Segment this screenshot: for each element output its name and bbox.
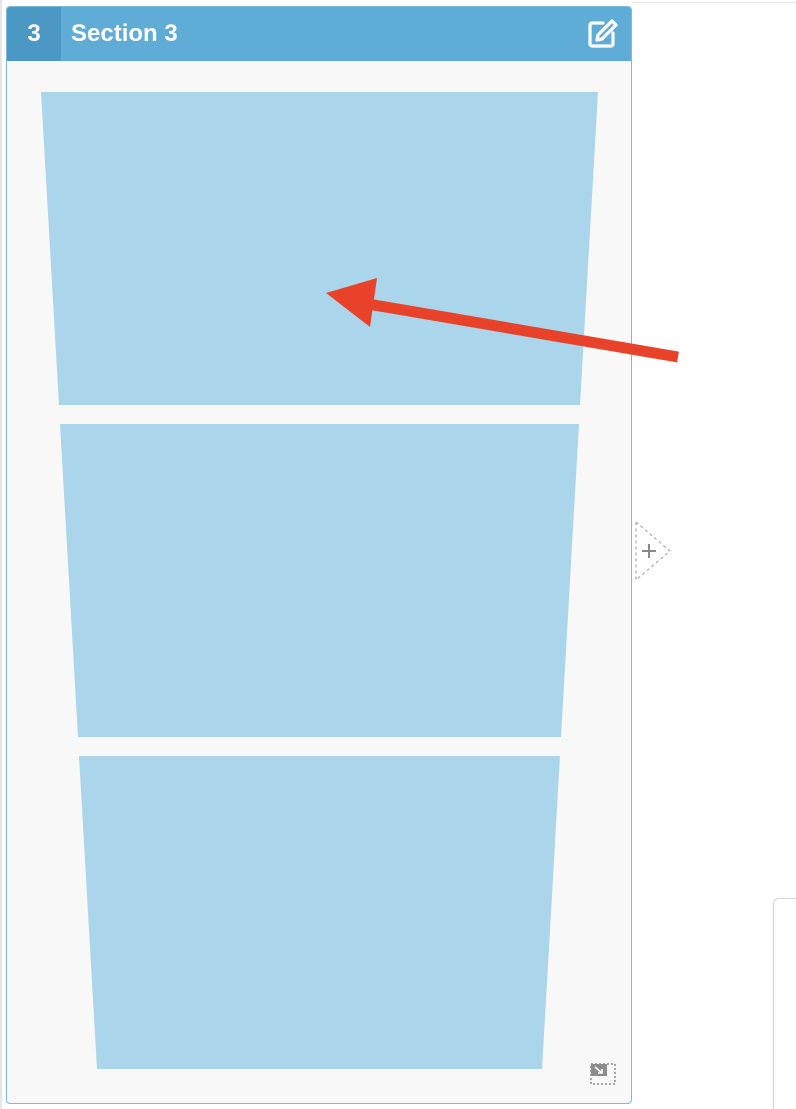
side-panel (773, 898, 796, 1109)
funnel-diagram (41, 92, 679, 1069)
edit-icon (588, 19, 618, 48)
top-divider (632, 2, 796, 3)
funnel-block-top[interactable] (41, 92, 598, 405)
funnel-block-bottom[interactable] (79, 756, 560, 1069)
canvas: 3 Section 3 (0, 0, 796, 1109)
resize-handle[interactable] (588, 1061, 618, 1087)
plus-icon (635, 520, 671, 582)
add-section-button[interactable] (634, 520, 672, 582)
left-divider (0, 0, 2, 1109)
section-title: Section 3 (71, 20, 178, 47)
section-number: 3 (7, 7, 61, 61)
edit-button[interactable] (585, 17, 619, 51)
section-header: 3 Section 3 (7, 7, 631, 61)
funnel-block-middle[interactable] (60, 424, 579, 737)
resize-icon (590, 1063, 616, 1085)
